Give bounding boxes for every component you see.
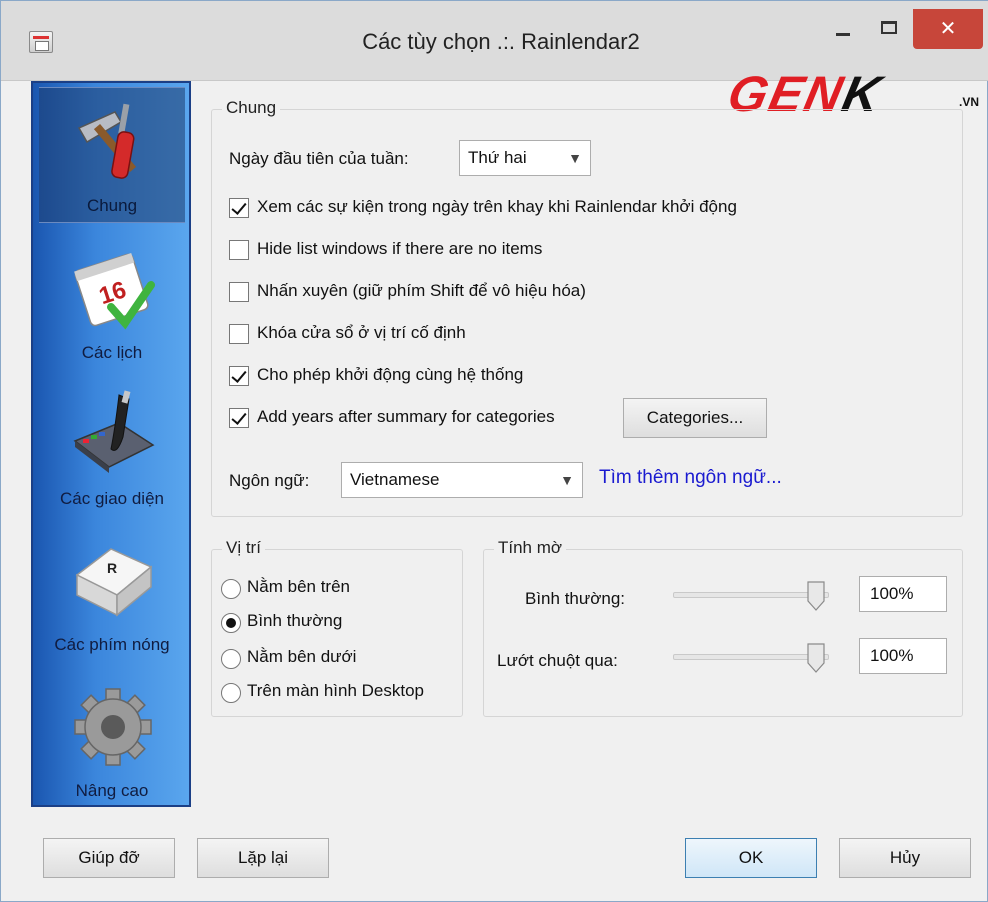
sidebar-item-label: Nâng cao	[75, 781, 149, 800]
keyboard-key-icon: R	[75, 548, 153, 617]
key-letter: R	[107, 560, 117, 576]
options-window: Các tùy chọn .:. Rainlendar2 ✕ GENK .VN …	[0, 0, 988, 902]
sidebar: Chung 16 Các lịch Các giao diện R Các ph…	[31, 81, 191, 807]
language-select[interactable]: Vietnamese ▼	[341, 462, 583, 498]
sidebar-item-label: Các giao diện	[60, 489, 164, 508]
checkbox-add-years[interactable]	[229, 408, 249, 428]
reset-button[interactable]: Lặp lại	[197, 838, 329, 878]
checkbox-lock-position[interactable]	[229, 324, 249, 344]
radio-on-top-button[interactable]	[221, 579, 241, 599]
checkbox-show-events-tray[interactable]	[229, 198, 249, 218]
sidebar-item-advanced[interactable]: Nâng cao	[39, 671, 185, 807]
minimize-button[interactable]	[821, 9, 865, 49]
language-label: Ngôn ngữ:	[229, 471, 310, 490]
find-more-languages-link[interactable]: Tìm thêm ngôn ngữ...	[599, 467, 782, 489]
position-group-legend: Vị trí	[222, 538, 265, 558]
logo-text-sub: .VN	[959, 95, 980, 109]
ok-button[interactable]: OK	[685, 838, 817, 878]
radio-label: Bình thường	[247, 611, 343, 630]
gear-icon	[74, 688, 152, 766]
opacity-group: Tính mờ	[483, 538, 963, 717]
close-button[interactable]: ✕	[913, 9, 983, 49]
cancel-button[interactable]: Hủy	[839, 838, 971, 878]
sidebar-item-hotkeys[interactable]: R Các phím nóng	[39, 525, 185, 661]
opacity-hover-slider[interactable]	[673, 654, 829, 660]
check-label: Khóa cửa sổ ở vị trí cố định	[257, 323, 466, 342]
radio-normal-button[interactable]	[221, 613, 241, 633]
opacity-hover-input[interactable]: 100%	[859, 638, 947, 674]
sidebar-item-calendars[interactable]: 16 Các lịch	[39, 233, 185, 369]
sidebar-item-general[interactable]: Chung	[39, 87, 185, 223]
check-label: Cho phép khởi động cùng hệ thống	[257, 365, 524, 384]
paintbrush-icon	[73, 390, 155, 473]
opacity-normal-slider-thumb[interactable]	[807, 581, 825, 611]
check-label: Add years after summary for categories	[257, 407, 555, 426]
sidebar-item-skins[interactable]: Các giao diện	[39, 379, 185, 515]
categories-button[interactable]: Categories...	[623, 398, 767, 438]
radio-on-bottom-button[interactable]	[221, 649, 241, 669]
maximize-icon	[881, 21, 897, 34]
help-button[interactable]: Giúp đỡ	[43, 838, 175, 878]
checkbox-click-through[interactable]	[229, 282, 249, 302]
first-day-select[interactable]: Thứ hai ▼	[459, 140, 591, 176]
first-day-label: Ngày đầu tiên của tuần:	[229, 149, 409, 168]
check-label: Xem các sự kiện trong ngày trên khay khi…	[257, 197, 737, 216]
radio-label: Nằm bên trên	[247, 577, 350, 596]
sidebar-item-label: Chung	[86, 196, 138, 215]
opacity-normal-slider[interactable]	[673, 592, 829, 598]
chevron-down-icon: ▼	[560, 472, 574, 488]
tools-icon	[77, 103, 137, 179]
opacity-hover-slider-thumb[interactable]	[807, 643, 825, 673]
opacity-group-legend: Tính mờ	[494, 538, 567, 558]
radio-on-desktop-button[interactable]	[221, 683, 241, 703]
first-day-value: Thứ hai	[468, 148, 527, 167]
language-value: Vietnamese	[350, 470, 440, 489]
minimize-icon	[836, 33, 850, 36]
checkbox-hide-list-windows[interactable]	[229, 240, 249, 260]
sidebar-item-label: Các lịch	[81, 343, 143, 362]
close-icon: ✕	[939, 18, 957, 40]
opacity-normal-input[interactable]: 100%	[859, 576, 947, 612]
maximize-button[interactable]	[867, 9, 911, 49]
general-group-legend: Chung	[222, 98, 281, 118]
sidebar-item-label: Các phím nóng	[54, 635, 170, 654]
check-label: Nhấn xuyên (giữ phím Shift để vô hiệu hó…	[257, 281, 586, 300]
opacity-normal-label: Bình thường:	[525, 589, 626, 608]
opacity-hover-label: Lướt chuột qua:	[497, 651, 618, 670]
radio-label: Nằm bên dưới	[247, 647, 357, 666]
chevron-down-icon: ▼	[568, 150, 582, 166]
checkbox-start-with-system[interactable]	[229, 366, 249, 386]
check-label: Hide list windows if there are no items	[257, 239, 543, 258]
calendar-icon: 16	[74, 253, 155, 330]
radio-label: Trên màn hình Desktop	[247, 681, 425, 700]
